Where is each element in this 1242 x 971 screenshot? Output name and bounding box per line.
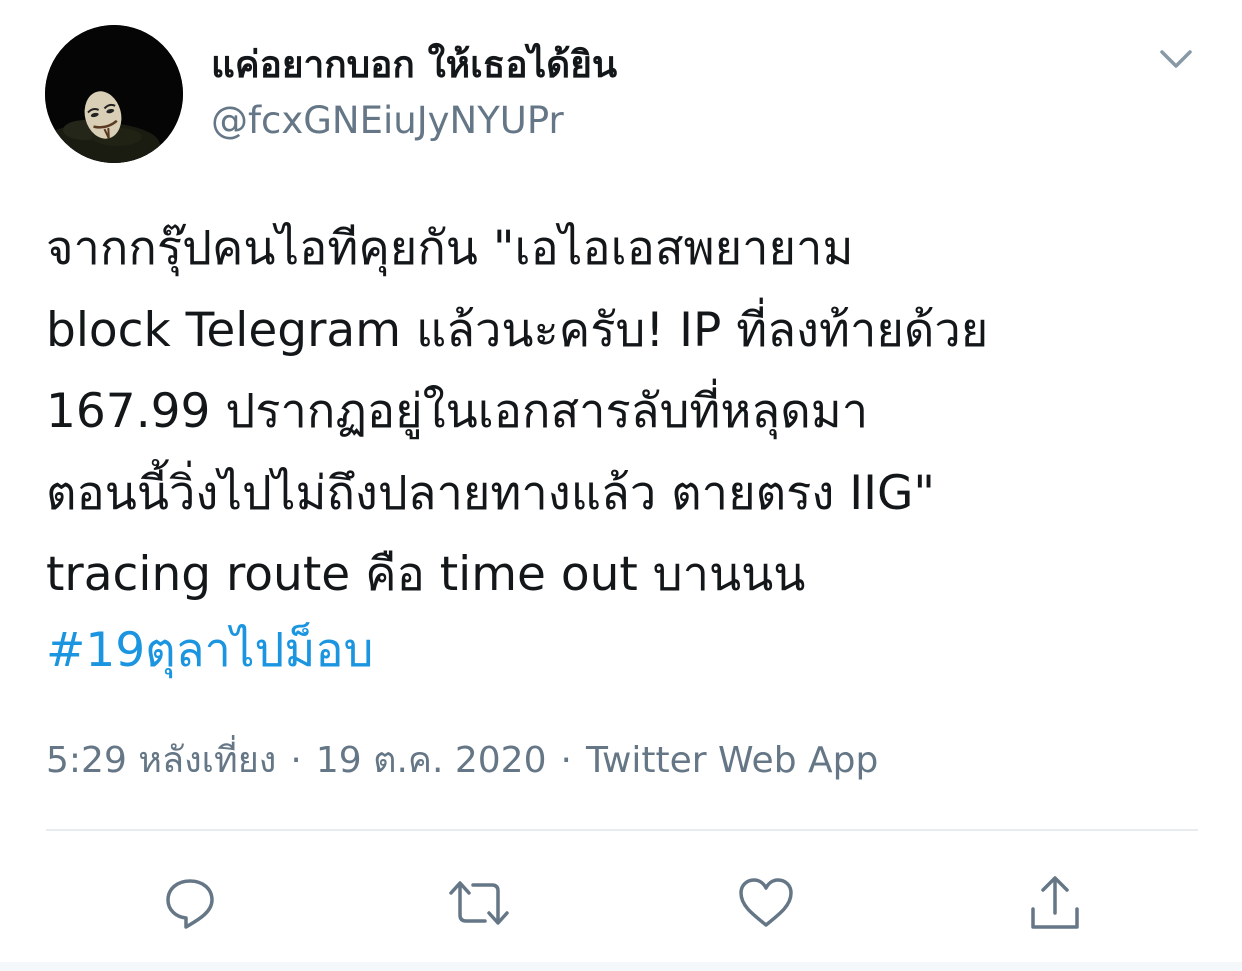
bottom-border: [0, 962, 1242, 971]
tweet-source[interactable]: Twitter Web App: [586, 740, 878, 781]
reply-button[interactable]: [155, 868, 225, 938]
avatar[interactable]: [45, 25, 183, 163]
tweet-text-line: 167.99 ปรากฏอยู่ในเอกสารลับที่หลุดมา: [46, 384, 869, 439]
tweet-detail: แค่อยากบอก ให้เธอได้ยิน @fcxGNEiuJyNYUPr…: [0, 0, 1242, 971]
tweet-metadata: 5:29 หลังเที่ยง · 19 ต.ค. 2020 · Twitter Web…: [46, 738, 878, 784]
action-bar: [0, 868, 1242, 938]
meta-separator: ·: [290, 740, 302, 781]
meta-separator: ·: [560, 740, 572, 781]
avatar-image: [45, 25, 183, 163]
retweet-button[interactable]: [444, 868, 514, 938]
tweet-text-line: จากกรุ๊ปคนไอทีคุยกัน "เอไอเอสพยายาม: [46, 221, 854, 276]
reply-icon: [166, 879, 214, 929]
tweet-text-line: ตอนนี้วิ่งไปไม่ถึงปลายทางแล้ว ตายตรง IIG…: [46, 465, 936, 521]
share-button[interactable]: [1020, 868, 1090, 938]
tweet-text-line: tracing route คือ time out บานนน: [46, 547, 806, 602]
chevron-down-icon[interactable]: [1154, 40, 1198, 80]
user-handle[interactable]: @fcxGNEiuJyNYUPr: [211, 96, 564, 146]
heart-icon: [739, 878, 793, 927]
divider: [46, 829, 1198, 831]
tweet-time[interactable]: 5:29 หลังเที่ยง: [46, 740, 276, 781]
tweet-text-line: block Telegram แล้วนะครับ! IP ที่ลงท้ายด…: [46, 302, 989, 358]
retweet-icon: [449, 881, 509, 925]
tweet-text: จากกรุ๊ปคนไอทีคุยกัน "เอไอเอสพยายาม bloc…: [46, 208, 1216, 616]
tweet-date[interactable]: 19 ต.ค. 2020: [316, 740, 547, 781]
share-icon: [1031, 876, 1079, 929]
like-button[interactable]: [731, 868, 801, 938]
display-name[interactable]: แค่อยากบอก ให้เธอได้ยิน: [211, 40, 617, 90]
hashtag-link[interactable]: #19ตุลาไปม็อบ: [46, 615, 373, 687]
